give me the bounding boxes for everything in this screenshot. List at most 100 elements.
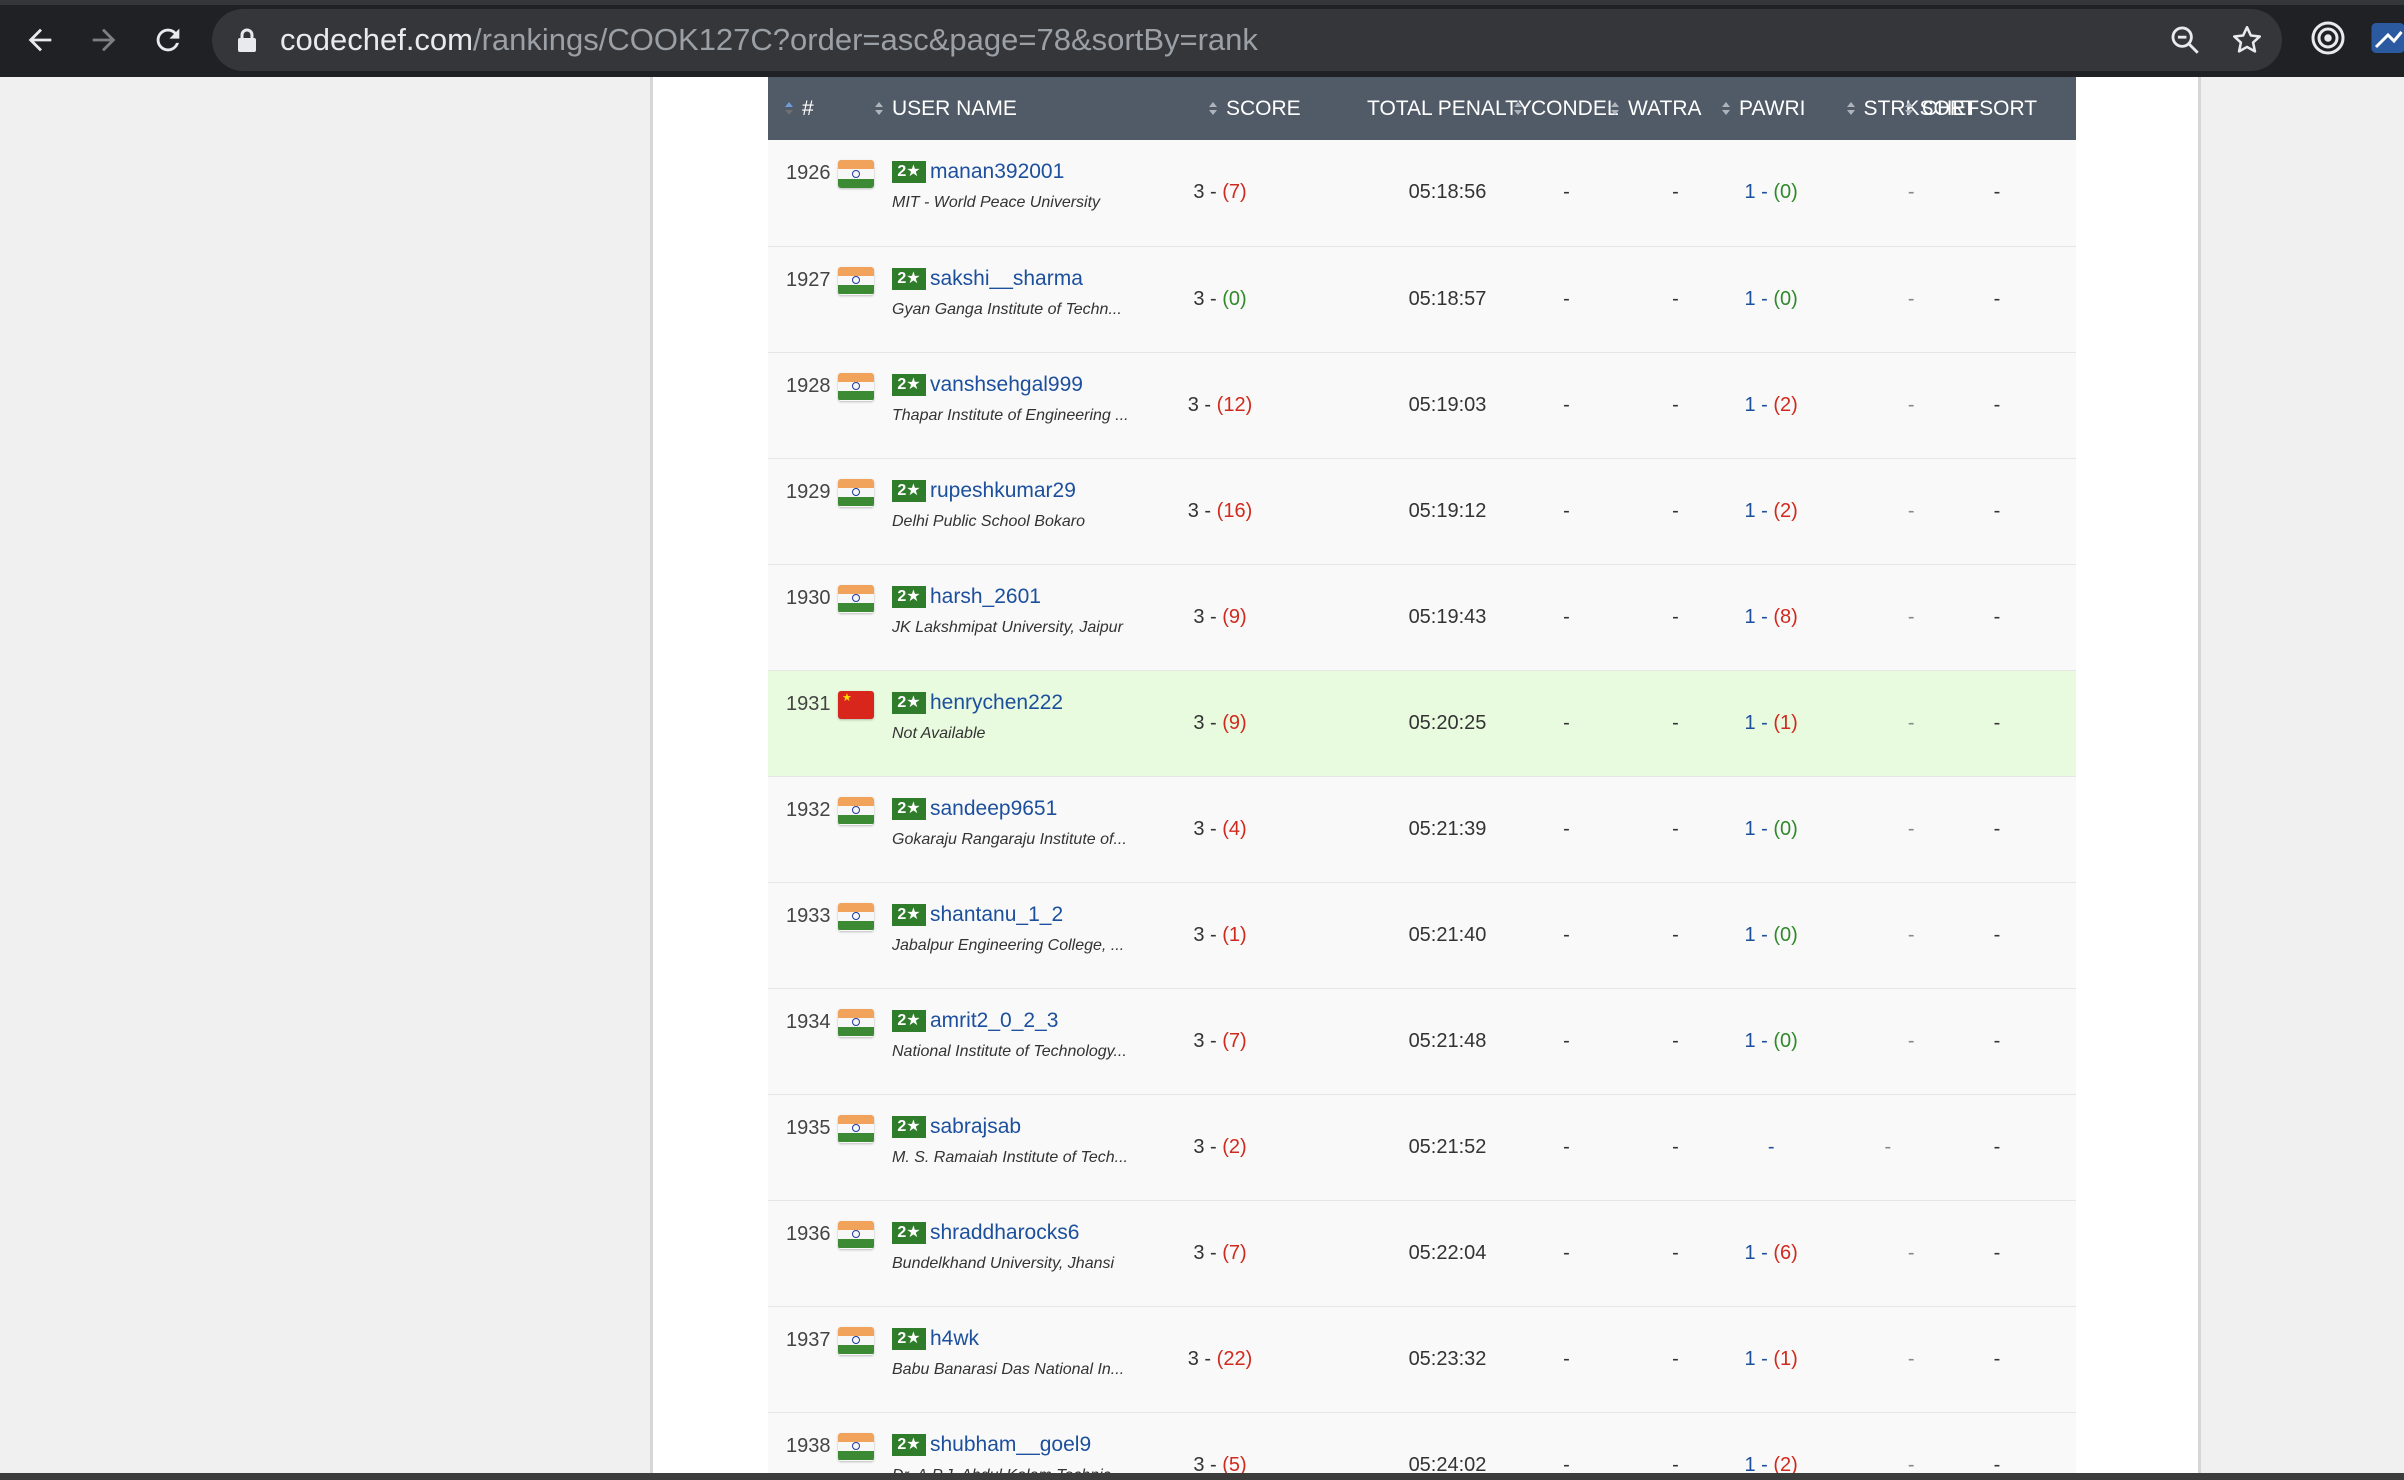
pawri-penalty: (0) (1773, 287, 1798, 310)
pawri-penalty: (2) (1773, 393, 1798, 416)
header-rank[interactable]: # (768, 77, 838, 140)
user-cell: 2★ h4wk Babu Banarasi Das National In... (892, 1306, 1143, 1412)
username-link[interactable]: harsh_2601 (930, 585, 1041, 608)
score-penalty: (2) (1222, 1135, 1247, 1158)
ranking-row: 1932 2★ sandeep9651 Gokaraju Rangaraju In… (768, 776, 2076, 882)
zoom-icon[interactable] (2168, 23, 2202, 57)
username-link[interactable]: sabrajsab (930, 1115, 1021, 1138)
rating-star-badge: 2★ (892, 267, 926, 290)
country-flag-cell (838, 1306, 892, 1412)
pawri-penalty: (8) (1773, 605, 1798, 628)
url-path: /rankings/COOK127C?order=asc&page=78&sor… (473, 22, 1258, 57)
username-link[interactable]: shubham__goel9 (930, 1433, 1091, 1456)
ranking-row: 1936 2★ shraddharocks6 Bundelkhand Univer… (768, 1200, 2076, 1306)
header-penalty[interactable]: TOTAL PENALTY (1367, 77, 1532, 140)
url-host: codechef.com (280, 22, 473, 57)
institution-text: M. S. Ramaiah Institute of Tech... (892, 1148, 1128, 1166)
india-flag-icon (838, 1432, 874, 1461)
header-flag-sort[interactable] (838, 77, 892, 140)
sort-icon (1208, 100, 1218, 118)
condel-cell: - (1563, 1453, 1570, 1476)
strksort-cell: - (1907, 605, 1915, 628)
username-link[interactable]: manan392001 (930, 160, 1064, 183)
institution-text: Not Available (892, 724, 986, 742)
header-pawri[interactable]: PAWRISTRKSORT (1721, 77, 1977, 140)
score-cell: 3 - (5) (1143, 1412, 1367, 1480)
pawri-cell: 1 - (0) - (1721, 988, 1914, 1094)
score-penalty: (12) (1216, 393, 1253, 416)
sort-icon (1846, 100, 1856, 118)
ranking-row: 1930 2★ harsh_2601 JK Lakshmipat Universi… (768, 564, 2076, 670)
condel-cell: - (1563, 1135, 1570, 1158)
pawri-cell: 1 - (0) - (1721, 776, 1914, 882)
username-link[interactable]: h4wk (930, 1327, 979, 1350)
username-link[interactable]: amrit2_0_2_3 (930, 1009, 1058, 1032)
header-watra[interactable]: WATRA (1610, 77, 1721, 140)
reload-button[interactable] (146, 18, 190, 62)
header-score-sort[interactable] (1143, 77, 1226, 140)
rankings-table: # USER NAME SCORE TOTAL PENALTY CONDEL W… (768, 77, 2076, 1480)
total-penalty-time: 05:19:12 (1408, 499, 1487, 522)
username-link[interactable]: henrychen222 (930, 691, 1063, 714)
total-penalty-time: 05:18:57 (1408, 287, 1487, 310)
china-flag-icon (838, 690, 874, 719)
back-button[interactable] (18, 18, 62, 62)
score-cell: 3 - (9) (1143, 670, 1367, 776)
sort-icon (1513, 100, 1523, 118)
extension-app-icon[interactable] (2370, 20, 2404, 56)
strksort-cell: - (1907, 287, 1915, 310)
pawri-value: 1 - (1744, 1241, 1774, 1264)
score-penalty: (4) (1222, 817, 1247, 840)
score-value: 3 - (1193, 1241, 1223, 1264)
score-penalty: (7) (1222, 1241, 1247, 1264)
strksort-cell: - (1907, 817, 1915, 840)
score-value: 3 - (1187, 393, 1217, 416)
bookmark-star-icon[interactable] (2230, 23, 2264, 57)
chefsort-cell: - (1993, 499, 2001, 522)
india-flag-icon (838, 1326, 874, 1355)
score-value: 3 - (1193, 181, 1223, 204)
pawri-cell: 1 - (1) - (1721, 670, 1914, 776)
score-value: 3 - (1193, 923, 1223, 946)
strksort-cell: - (1907, 1347, 1915, 1370)
address-bar[interactable]: codechef.com/rankings/COOK127C?order=asc… (212, 9, 2282, 71)
forward-button[interactable] (82, 18, 126, 62)
username-link[interactable]: shraddharocks6 (930, 1221, 1079, 1244)
condel-cell: - (1563, 1241, 1570, 1264)
rating-star-badge: 2★ (892, 903, 926, 926)
pawri-value: 1 - (1744, 605, 1774, 628)
pawri-value: 1 - (1744, 1029, 1774, 1052)
watra-cell: - (1672, 393, 1679, 416)
header-user[interactable]: USER NAME (892, 77, 1143, 140)
header-condel[interactable]: CONDEL (1513, 77, 1619, 140)
score-cell: 3 - (7) (1143, 140, 1367, 246)
ranking-row: 1929 2★ rupeshkumar29 Delhi Public School… (768, 458, 2076, 564)
total-penalty-time: 05:24:02 (1408, 1453, 1487, 1476)
username-link[interactable]: rupeshkumar29 (930, 479, 1076, 502)
chefsort-cell: - (1993, 711, 2001, 734)
user-cell: 2★ vanshsehgal999 Thapar Institute of Eng… (892, 352, 1143, 458)
header-score[interactable]: SCORE (1226, 77, 1367, 140)
rank-number: 1933 (786, 904, 831, 927)
rating-star-badge: 2★ (892, 691, 926, 714)
username-link[interactable]: sandeep9651 (930, 797, 1057, 820)
rating-star-badge: 2★ (892, 1433, 926, 1456)
rank-number: 1934 (786, 1010, 831, 1033)
ranking-row: 1928 2★ vanshsehgal999 Thapar Institute o… (768, 352, 2076, 458)
header-chefsort[interactable]: CHEFSORT (1898, 77, 2076, 140)
rank-number: 1928 (786, 374, 831, 397)
india-flag-icon (838, 584, 874, 613)
total-penalty-time: 05:19:43 (1408, 605, 1487, 628)
total-penalty-time: 05:21:40 (1408, 923, 1487, 946)
rank-number: 1935 (786, 1116, 831, 1139)
sort-icon (874, 100, 884, 118)
username-link[interactable]: vanshsehgal999 (930, 373, 1083, 396)
pawri-penalty: (1) (1773, 711, 1798, 734)
forward-arrow-icon (92, 28, 116, 52)
pawri-cell: 1 - (1) - (1721, 1306, 1914, 1412)
extension-target-icon[interactable] (2310, 20, 2346, 56)
india-flag-icon (838, 1114, 874, 1143)
score-cell: 3 - (16) (1143, 458, 1367, 564)
username-link[interactable]: sakshi__sharma (930, 267, 1083, 290)
username-link[interactable]: shantanu_1_2 (930, 903, 1063, 926)
